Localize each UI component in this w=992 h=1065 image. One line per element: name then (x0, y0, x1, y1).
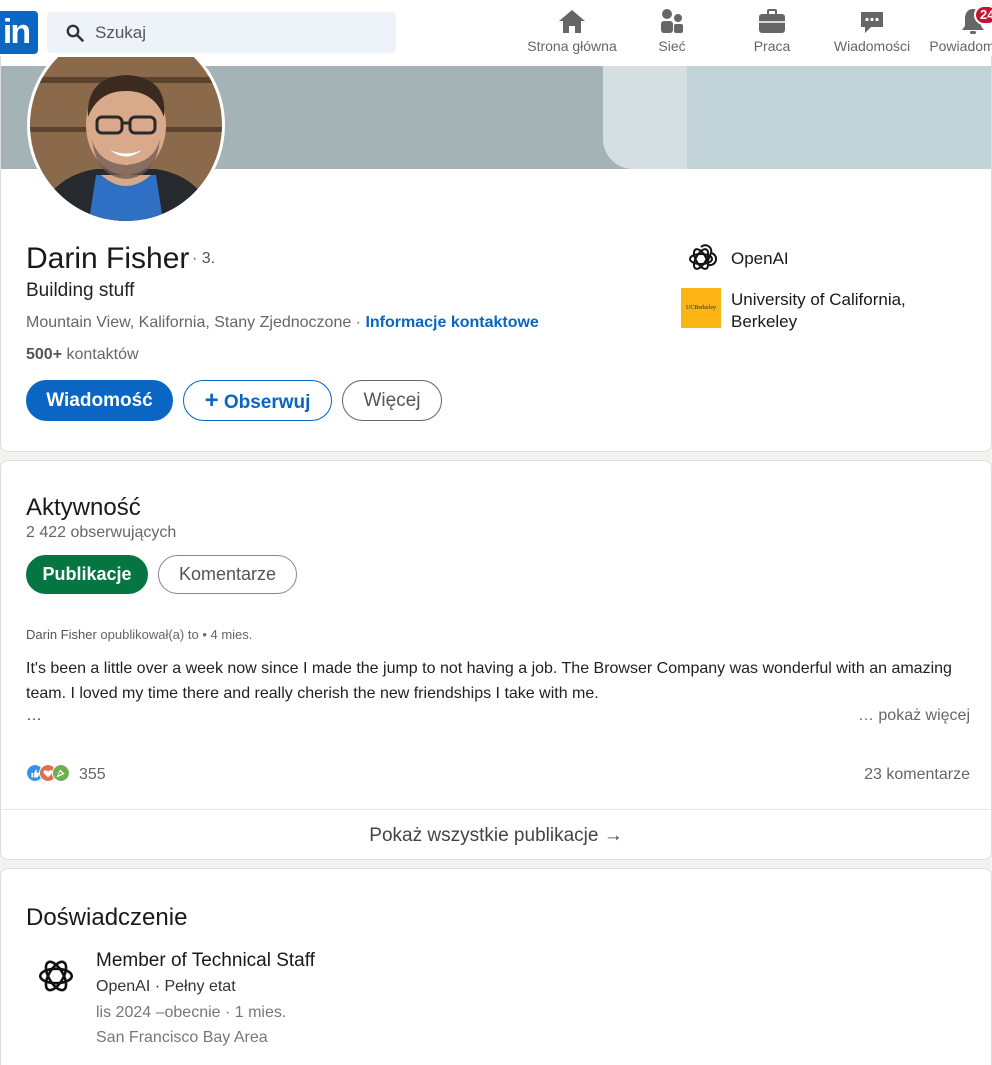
search-input[interactable] (95, 12, 385, 53)
network-icon (661, 9, 683, 33)
nav-label-messaging: Wiadomości (833, 38, 911, 54)
post-meta: Darin Fisher opublikował(a) to • 4 mies. (26, 627, 252, 642)
search-icon (66, 24, 84, 42)
nav-network[interactable]: Sieć (644, 6, 700, 62)
profile-avatar[interactable] (26, 57, 226, 225)
profile-location: Mountain View, Kalifornia, Stany Zjednoc… (26, 314, 352, 331)
profile-name: Darin Fisher (26, 242, 190, 275)
connections-label: kontaktów (66, 346, 139, 363)
contact-info-link[interactable]: Informacje kontaktowe (365, 314, 538, 331)
home-icon (559, 10, 585, 33)
celebrate-reaction-icon (52, 764, 70, 782)
message-button[interactable]: Wiadomość (26, 380, 173, 421)
connection-degree: · 3. (192, 250, 216, 267)
activity-title: Aktywność (26, 494, 141, 521)
company-name: OpenAI (731, 249, 789, 268)
openai-logo-icon[interactable] (35, 955, 77, 997)
nav-home[interactable]: Strona główna (524, 6, 620, 62)
profile-headline: Building stuff (26, 280, 135, 301)
experience-dates: lis 2024 –obecnie · 1 mies. (96, 1004, 287, 1021)
divider (1, 809, 991, 810)
plus-icon: + (204, 387, 219, 414)
post-author[interactable]: Darin Fisher (26, 627, 97, 642)
profile-location-line: Mountain View, Kalifornia, Stany Zjednoc… (26, 314, 539, 332)
tab-comments[interactable]: Komentarze (158, 555, 297, 594)
nav-label-network: Sieć (658, 38, 686, 54)
comments-count[interactable]: 23 komentarze (864, 766, 970, 784)
tab-posts[interactable]: Publikacje (26, 555, 148, 594)
notification-badge: 24 (974, 5, 992, 25)
messaging-icon (861, 12, 883, 33)
openai-logo-icon (689, 244, 717, 270)
briefcase-icon (759, 9, 785, 33)
nav-messaging[interactable]: Wiadomości (830, 6, 914, 62)
show-more-link[interactable]: … pokaż więcej (858, 707, 970, 725)
linkedin-logo[interactable]: in (0, 11, 38, 54)
nav-label-jobs: Praca (753, 38, 791, 54)
connections-number: 500+ (26, 346, 63, 363)
search-box[interactable] (47, 12, 396, 53)
experience-company[interactable]: OpenAI · Pełny etat (96, 978, 236, 996)
experience-role: Member of Technical Staff (96, 950, 315, 971)
experience-title: Doświadczenie (26, 904, 188, 931)
follow-label: Obserwuj (223, 392, 311, 413)
experience-card: Doświadczenie Member of Technical Staff … (0, 868, 992, 1065)
activity-card: Aktywność 2 422 obserwujących Publikacje… (0, 460, 992, 860)
uc-berkeley-logo-icon: UCBerkeley (681, 288, 721, 328)
post-action: opublikował(a) to (100, 627, 199, 642)
location-separator: · (351, 314, 366, 331)
nav-jobs[interactable]: Praca (744, 6, 800, 62)
show-all-posts-button[interactable]: Pokaż wszystkie publikacje → (1, 825, 991, 847)
nav-label-notifications: Powiadom (929, 38, 992, 54)
connections-count[interactable]: 500+ kontaktów (26, 346, 139, 364)
more-button[interactable]: Więcej (342, 380, 442, 421)
school-name: University of California, Berkeley (731, 290, 906, 331)
post-time: • 4 mies. (202, 627, 253, 642)
post-ellipsis: … (26, 707, 42, 724)
profile-card: Darin Fisher · 3. Building stuff Mountai… (0, 56, 992, 452)
experience-location: San Francisco Bay Area (96, 1029, 268, 1046)
nav-label-home: Strona główna (527, 38, 617, 54)
followers-count: 2 422 obserwujących (26, 524, 177, 541)
reactions-count[interactable]: 355 (79, 766, 106, 784)
follow-button[interactable]: + Obserwuj (183, 380, 332, 421)
post-text[interactable]: It's been a little over a week now since… (26, 656, 976, 706)
